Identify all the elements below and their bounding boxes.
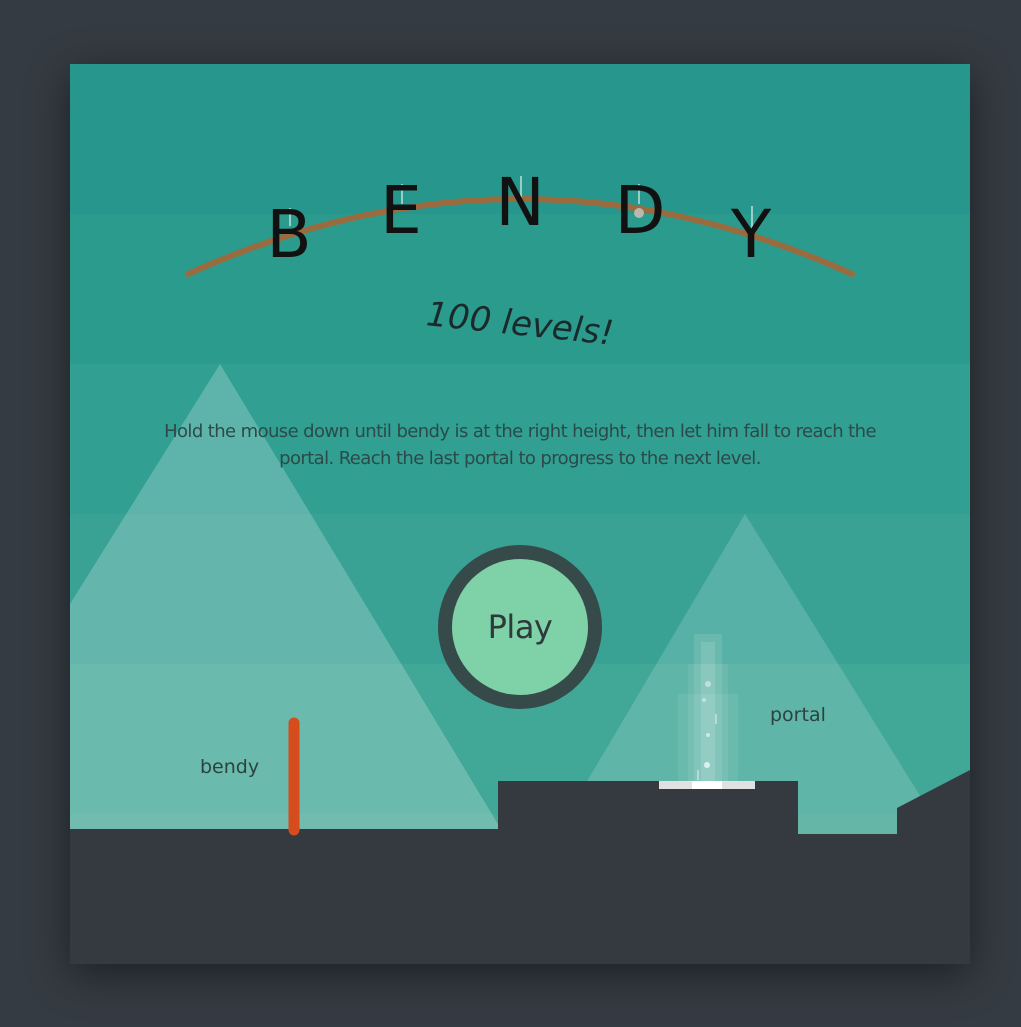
title-letter-n: N [495,164,545,241]
title-letter-d: D [614,172,666,249]
portal-particle [702,698,706,702]
play-label: Play [487,608,553,646]
title-letter-b: B [266,196,312,273]
portal-particle [706,733,710,737]
portal-particle [704,762,710,768]
title-letter-e: E [380,172,422,249]
portal-particle [705,681,711,687]
instructions-text: Hold the mouse down until bendy is at th… [164,421,876,469]
play-button[interactable]: Play [438,545,602,709]
portal-pad-core [692,781,722,789]
portal-particle [715,714,717,724]
portal-particle [697,770,699,780]
title-letter-y: Y [730,196,772,273]
portal-beam [701,642,715,782]
bendy-label: bendy [200,756,260,778]
play-button-face[interactable]: Play [452,559,588,695]
game-stage[interactable]: B E N D Y 100 levels! Hold the mouse dow… [70,64,970,964]
portal-label: portal [770,704,826,726]
